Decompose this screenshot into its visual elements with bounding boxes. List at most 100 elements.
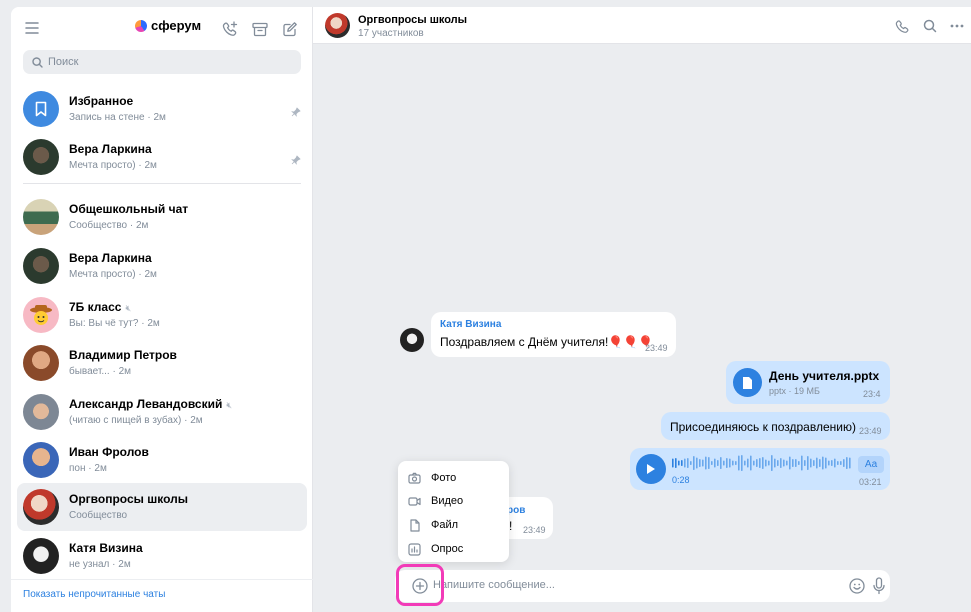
brand-logo[interactable]: сферум xyxy=(135,18,201,33)
waveform-bar xyxy=(696,457,698,469)
waveform-bar xyxy=(783,459,785,467)
message-time: 23:49 xyxy=(645,343,668,353)
waveform-bar xyxy=(762,457,764,469)
attach-poll[interactable]: Опрос xyxy=(398,537,509,561)
waveform-bar xyxy=(705,456,707,470)
compose-icon[interactable] xyxy=(281,20,299,38)
chat-preview: (читаю с пищей в зубах) · 2м xyxy=(69,415,203,426)
avatar xyxy=(23,297,59,333)
waveform-bar xyxy=(792,459,794,467)
message-text: Поздравляем с Днём учителя!🎈🎈🎈 xyxy=(440,335,654,349)
search-icon xyxy=(32,56,43,68)
avatar xyxy=(23,248,59,284)
file-name: День учителя.pptx xyxy=(769,369,880,383)
microphone-icon[interactable] xyxy=(873,577,885,595)
avatar xyxy=(23,345,59,381)
message-time: 23:49 xyxy=(523,525,546,535)
chat-preview: бывает... · 2м xyxy=(69,366,132,377)
chat-name: Вера Ларкина xyxy=(69,142,152,156)
sidebar-header: сферум xyxy=(11,7,313,49)
avatar xyxy=(23,442,59,478)
waveform-bar xyxy=(795,459,797,467)
chat-preview: Сообщество xyxy=(69,510,128,521)
message-author[interactable]: ров xyxy=(507,505,525,516)
chat-item-katya-vizina[interactable]: Катя Визина не узнал · 2м xyxy=(17,532,307,580)
waveform-bar xyxy=(849,457,851,469)
waveform-bar xyxy=(837,461,839,465)
message-incoming: Катя Визина Поздравляем с Днём учителя!🎈… xyxy=(431,312,676,357)
message-time: 03:21 xyxy=(859,477,882,487)
waveform-bar xyxy=(768,460,770,466)
waveform-bar xyxy=(708,457,710,469)
waveform-bar xyxy=(672,458,674,468)
chat-name: Александр Левандовский 🔇︎ xyxy=(69,397,232,411)
waveform-bar xyxy=(681,460,683,466)
archive-icon[interactable] xyxy=(251,20,269,38)
waveform-bar xyxy=(807,456,809,470)
attach-menu: Фото Видео Файл Опрос xyxy=(398,461,509,562)
chat-item-school-chat[interactable]: Общешкольный чат Сообщество · 2м xyxy=(17,193,307,241)
file-meta: pptx · 19 МБ xyxy=(769,386,820,396)
search-input[interactable]: Поиск xyxy=(23,50,301,74)
avatar xyxy=(23,394,59,430)
chat-name: Общешкольный чат xyxy=(69,202,189,216)
message-author[interactable]: Катя Визина xyxy=(440,319,501,330)
waveform-bar xyxy=(744,460,746,466)
attach-video[interactable]: Видео xyxy=(398,489,509,513)
waveform-bar xyxy=(780,458,782,468)
message-composer[interactable]: Напишите сообщение... xyxy=(395,570,890,602)
waveform-bar xyxy=(771,455,773,471)
chat-item-school-org[interactable]: Оргвопросы школы Сообщество xyxy=(17,483,307,531)
show-unread-link[interactable]: Показать непрочитанные чаты xyxy=(23,589,165,600)
chat-item-favorites[interactable]: Избранное Запись на стене · 2м xyxy=(17,85,307,133)
waveform-bar xyxy=(711,461,713,465)
waveform-bar xyxy=(720,457,722,469)
play-icon[interactable] xyxy=(636,454,666,484)
document-icon xyxy=(733,368,762,397)
poll-icon xyxy=(408,542,421,556)
waveform-bar xyxy=(825,457,827,469)
waveform-bar xyxy=(714,458,716,468)
emoji-icon[interactable] xyxy=(849,578,865,594)
transcribe-button[interactable]: Аа xyxy=(858,456,884,473)
chat-preview: Мечта просто) · 2м xyxy=(69,160,157,171)
chat-name-text: 7Б класс xyxy=(69,300,122,314)
more-icon[interactable] xyxy=(948,17,966,35)
waveform-bar xyxy=(675,458,677,468)
chat-avatar[interactable] xyxy=(325,13,350,38)
waveform-bar xyxy=(753,460,755,466)
waveform-bar xyxy=(777,460,779,466)
chat-item-aleksandr-levandovsky[interactable]: Александр Левандовский 🔇︎ (читаю с пищей … xyxy=(17,388,307,436)
pinned-divider xyxy=(23,183,301,184)
call-icon[interactable] xyxy=(893,17,911,35)
chat-name: Иван Фролов xyxy=(69,445,149,459)
new-call-icon[interactable] xyxy=(221,20,239,38)
avatar xyxy=(23,538,59,574)
chat-item-vladimir-petrov[interactable]: Владимир Петров бывает... · 2м xyxy=(17,339,307,387)
chat-item-7b-class[interactable]: 7Б класс 🔇︎ Вы: Вы чё тут? · 2м xyxy=(17,291,307,339)
waveform-bar xyxy=(759,458,761,468)
sender-avatar[interactable] xyxy=(400,328,424,352)
message-input[interactable]: Напишите сообщение... xyxy=(433,579,555,591)
muted-icon: 🔇︎ xyxy=(226,400,233,410)
waveform-bar xyxy=(801,455,803,471)
chat-title[interactable]: Оргвопросы школы xyxy=(358,14,467,26)
attach-file[interactable]: Файл xyxy=(398,513,509,537)
avatar xyxy=(23,489,59,525)
menu-icon[interactable] xyxy=(23,19,41,37)
chat-preview: Запись на стене · 2м xyxy=(69,112,166,123)
waveform-bar xyxy=(774,458,776,468)
waveform-bar xyxy=(690,461,692,465)
chat-members-count[interactable]: 17 участников xyxy=(358,28,424,39)
chat-item-ivan-frolov[interactable]: Иван Фролов пон · 2м xyxy=(17,436,307,484)
chat-item-vera-larkina[interactable]: Вера Ларкина Мечта просто) · 2м xyxy=(17,242,307,290)
chat-preview: пон · 2м xyxy=(69,463,107,474)
chat-preview: Сообщество · 2м xyxy=(69,220,149,231)
waveform-bar xyxy=(687,458,689,468)
search-icon[interactable] xyxy=(921,17,939,35)
attach-photo[interactable]: Фото xyxy=(398,466,509,490)
voice-waveform[interactable] xyxy=(672,454,852,472)
chat-item-vera-larkina-pinned[interactable]: Вера Ларкина Мечта просто) · 2м xyxy=(17,133,307,181)
message-file[interactable]: День учителя.pptx pptx · 19 МБ 23:4 xyxy=(726,361,890,404)
waveform-bar xyxy=(684,458,686,468)
